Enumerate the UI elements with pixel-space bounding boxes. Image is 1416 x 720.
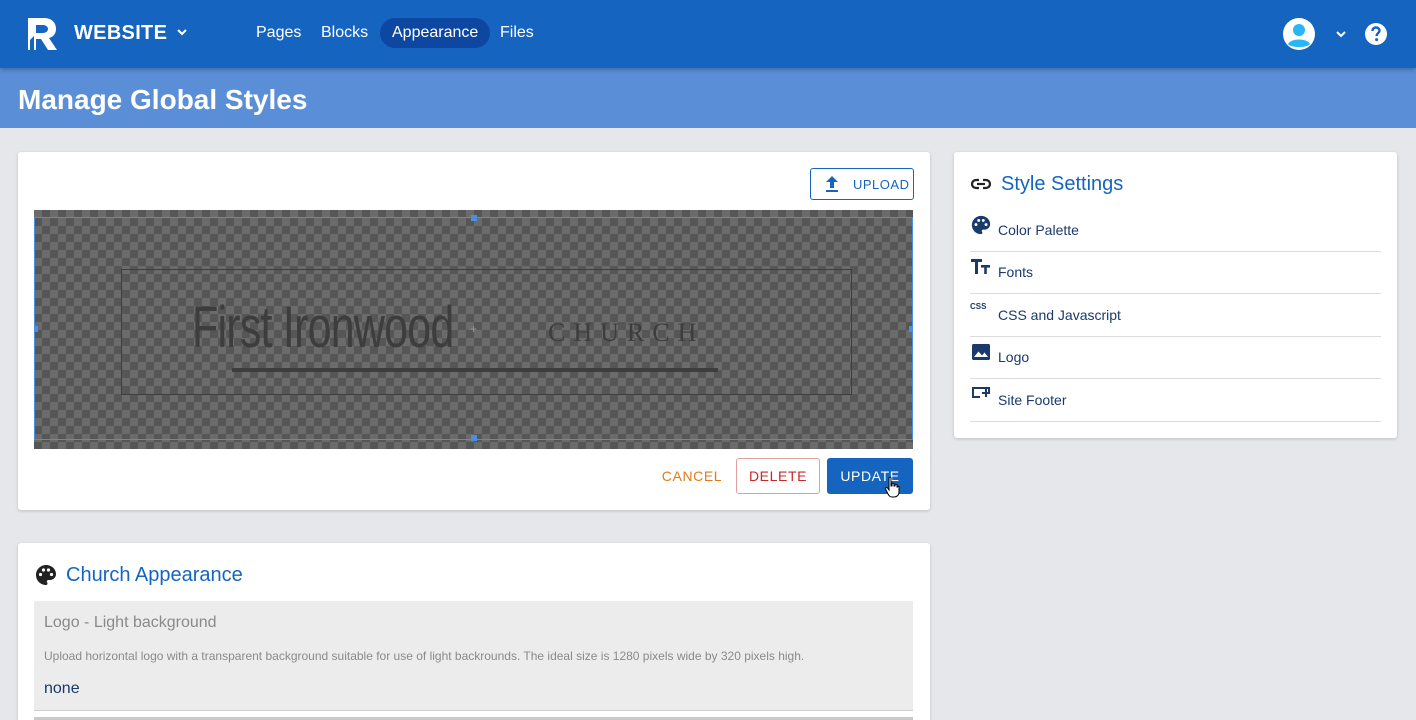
logo-image-suffix: CHURCH [548, 318, 705, 347]
church-appearance-card: Church Appearance Logo - Light backgroun… [18, 543, 930, 720]
help-icon[interactable] [1364, 22, 1388, 46]
nav-link-appearance[interactable]: Appearance [380, 18, 491, 48]
settings-item-color-palette[interactable]: Color Palette [970, 210, 1381, 252]
church-appearance-title: Church Appearance [66, 564, 243, 586]
logo-crop-canvas[interactable]: First Ironwood + CHURCH [34, 210, 913, 449]
logo-icon[interactable] [24, 16, 60, 52]
settings-item-css-javascript[interactable]: CSS CSS and Javascript [970, 295, 1381, 337]
settings-item-site-footer[interactable]: Site Footer [970, 380, 1381, 422]
link-icon [970, 178, 992, 190]
settings-item-label: Fonts [998, 264, 1034, 280]
site-name[interactable]: WEBSITE [74, 22, 167, 45]
svg-text:CSS: CSS [970, 302, 987, 311]
top-navbar: WEBSITE Pages Blocks Appearance Files [0, 0, 1416, 68]
cancel-button[interactable]: CANCEL [654, 458, 730, 494]
logo-image-name: First Ironwood [192, 295, 454, 360]
crop-handle-right[interactable] [909, 326, 913, 332]
logo-editor-card: UPLOAD First Ironwood + CHURCH CANCEL DE… [18, 152, 930, 510]
crop-handle-bottom[interactable] [471, 435, 477, 441]
settings-item-logo[interactable]: Logo [970, 337, 1381, 379]
upload-label: UPLOAD [853, 177, 910, 192]
field-value: none [44, 680, 80, 697]
nav-link-pages[interactable]: Pages [244, 18, 313, 48]
crop-handle-top[interactable] [471, 215, 477, 221]
palette-icon [36, 565, 56, 585]
logo-image-rule [232, 368, 718, 372]
logo-light-field[interactable]: Logo - Light background Upload horizonta… [34, 601, 913, 711]
settings-item-fonts[interactable]: Fonts [970, 252, 1381, 294]
settings-item-label: Logo [998, 349, 1030, 365]
settings-item-label: CSS and Javascript [998, 307, 1121, 323]
css-icon: CSS [970, 302, 987, 311]
footer-icon [972, 387, 990, 398]
style-settings-card: Style Settings Color Palette Fonts CSS C… [954, 152, 1397, 438]
page-title: Manage Global Styles [18, 84, 308, 115]
image-icon [972, 344, 990, 360]
upload-icon [826, 176, 838, 192]
text-fields-icon [971, 259, 990, 274]
upload-button[interactable]: UPLOAD [810, 168, 914, 200]
palette-icon [971, 215, 991, 235]
style-settings-title: Style Settings [1001, 173, 1124, 195]
crop-center-marker: + [470, 322, 478, 336]
nav-link-files[interactable]: Files [488, 18, 546, 48]
settings-item-label: Color Palette [998, 222, 1079, 238]
field-label: Logo - Light background [44, 614, 217, 631]
nav-link-blocks[interactable]: Blocks [309, 18, 380, 48]
hand-cursor-icon [884, 476, 900, 498]
settings-item-label: Site Footer [998, 392, 1067, 408]
chevron-down-icon[interactable] [174, 24, 190, 40]
crop-handle-left[interactable] [34, 326, 38, 332]
delete-button[interactable]: DELETE [736, 458, 820, 494]
field-help-text: Upload horizontal logo with a transparen… [44, 649, 805, 663]
chevron-down-icon[interactable] [1333, 26, 1349, 42]
update-button[interactable]: UPDATE [827, 458, 913, 494]
avatar-icon[interactable] [1282, 17, 1316, 51]
